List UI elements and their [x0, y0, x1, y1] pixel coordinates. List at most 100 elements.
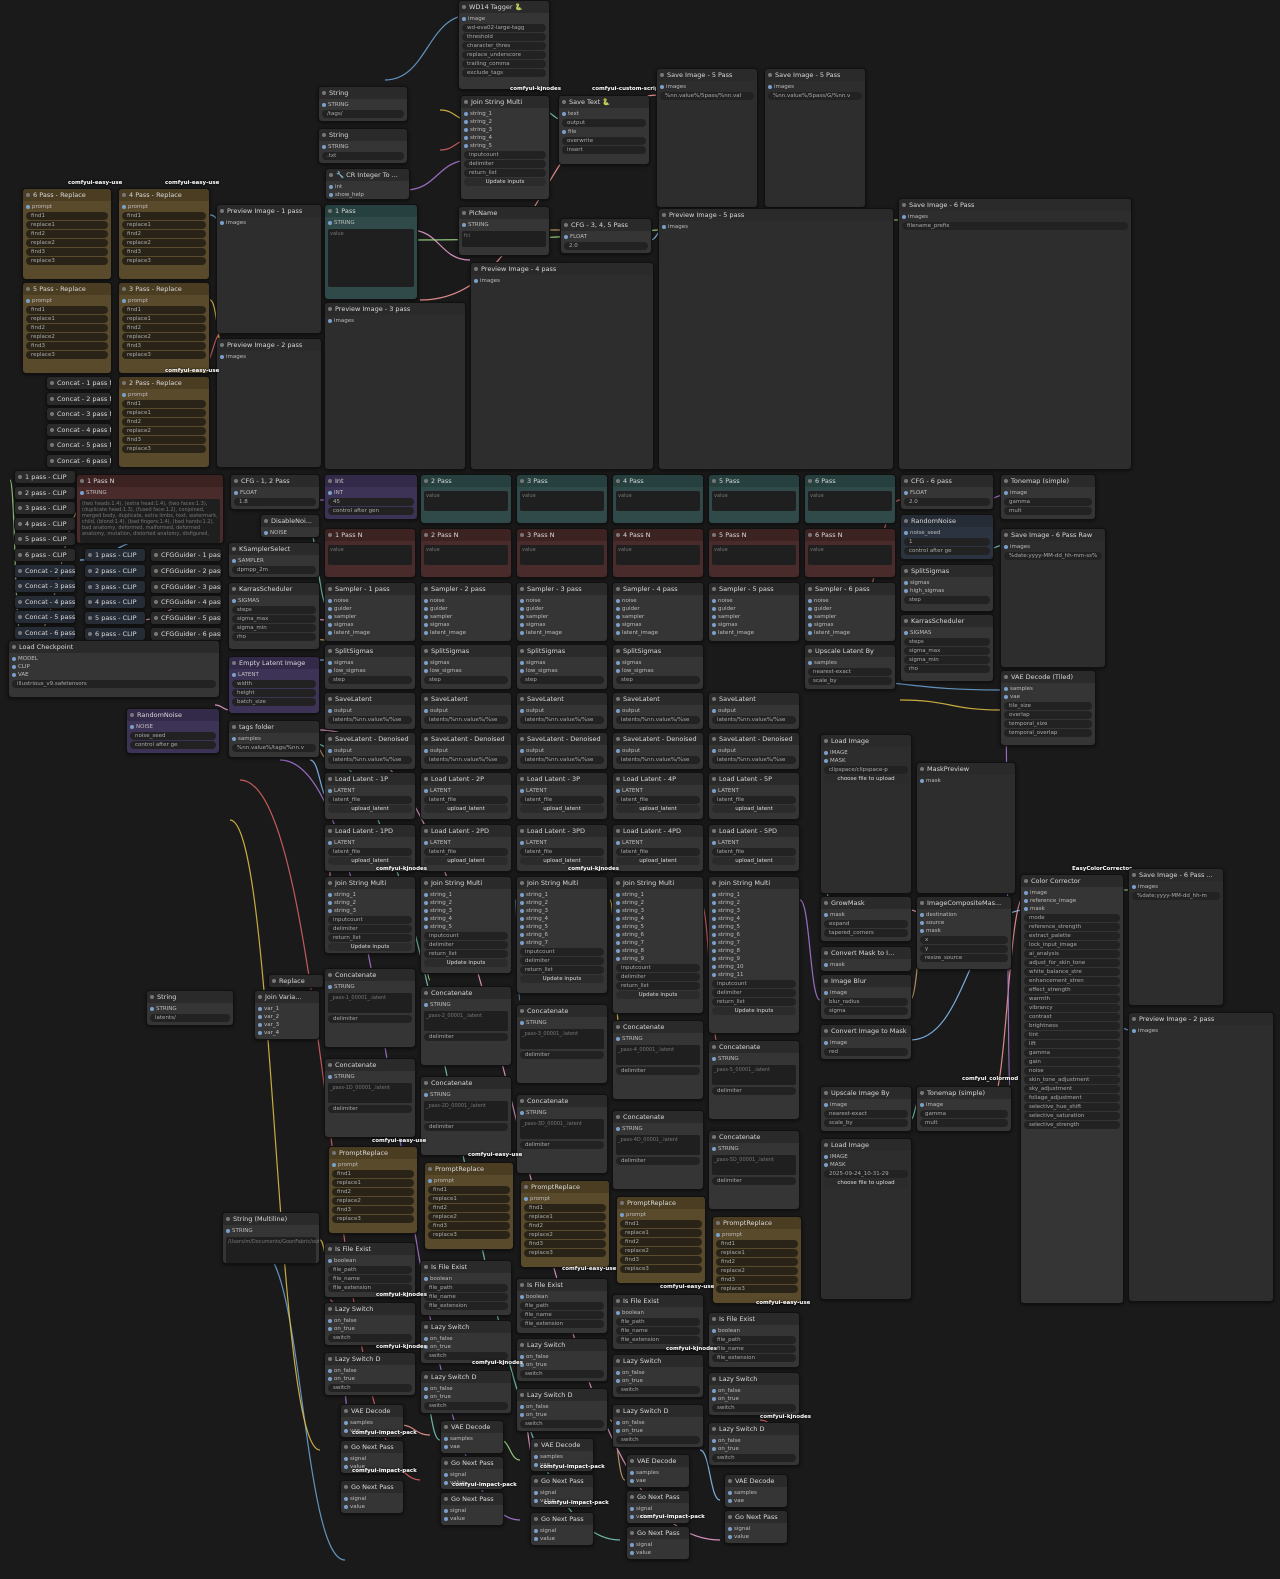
widget-field[interactable]: selective_hue_shift	[1024, 1103, 1120, 1111]
save-latent-node[interactable]: SaveLatent - Denoised output latents/%nn.v…	[324, 732, 416, 770]
widget-field[interactable]: reference_strength	[1024, 923, 1120, 931]
is-file-exist-node[interactable]: Is File Exist boolean file_path file_name fi…	[708, 1312, 800, 1368]
pass-n-node[interactable]: 1 Pass N value	[324, 528, 416, 578]
karras-scheduler-node[interactable]: KarrasScheduler SIGMAS steps sigma_max sigma…	[228, 582, 320, 650]
input-slot[interactable]: LATENT	[328, 787, 412, 795]
input-slot[interactable]: latent_image	[808, 629, 892, 637]
widget-field[interactable]: return_list	[616, 982, 700, 990]
widget-field[interactable]: 2.0	[904, 498, 990, 506]
widget-field[interactable]: warmth	[1024, 995, 1120, 1003]
input-slot[interactable]: boolean	[520, 1293, 604, 1301]
input-slot[interactable]: FLOAT	[234, 489, 316, 497]
text-area[interactable]: _pass-5D_00001_.latent	[712, 1155, 796, 1175]
string-node[interactable]: String STRING latents/	[146, 990, 234, 1026]
input-slot[interactable]: STRING	[322, 143, 404, 151]
widget-field[interactable]: temporal_size	[1004, 720, 1092, 728]
widget-field[interactable]: delimiter	[328, 1105, 412, 1113]
update-button[interactable]: upload_latent	[328, 805, 412, 813]
pass-text-node[interactable]: 3 Pass value	[516, 474, 608, 524]
widget-field[interactable]: find2	[332, 1188, 414, 1196]
widget-field[interactable]: delimiter	[520, 957, 604, 965]
widget-field[interactable]: blur_radius	[824, 998, 908, 1006]
widget-field[interactable]: file_name	[712, 1345, 796, 1353]
node-title[interactable]: Lazy Switch D	[421, 1371, 511, 1383]
widget-field[interactable]: resize_source	[920, 954, 1008, 962]
node-title[interactable]: Color Corrector	[1021, 875, 1123, 887]
sampler-node[interactable]: Sampler - 4 pass noise guider sampler sigmas…	[612, 582, 704, 642]
input-slot[interactable]: on_true	[712, 1445, 796, 1453]
input-slot[interactable]: signal	[630, 1541, 686, 1549]
load-latent-node[interactable]: Load Latent - 3P LATENT latent_file upload_…	[516, 772, 608, 820]
widget-field[interactable]: tapered_corners	[824, 929, 908, 937]
widget-field[interactable]: find1	[122, 306, 206, 314]
node-title[interactable]: CFGGuider - 3 pass	[151, 580, 221, 593]
node-title[interactable]: Concat - 4 pass	[15, 595, 75, 608]
widget-field[interactable]: find3	[716, 1276, 798, 1284]
widget-field[interactable]: latents/	[150, 1014, 230, 1022]
node-title[interactable]: Upscale Image By	[821, 1087, 911, 1099]
widget-field[interactable]: delimiter	[328, 1015, 412, 1023]
node-title[interactable]: Lazy Switch	[517, 1339, 607, 1351]
node-title[interactable]: PicName	[459, 207, 549, 219]
input-slot[interactable]: on_true	[616, 1427, 700, 1435]
ksampler-select-node[interactable]: KSamplerSelect SAMPLER dpmpp_2m	[228, 542, 320, 578]
input-slot[interactable]: STRING	[226, 1227, 316, 1235]
input-slot[interactable]: vae	[630, 1477, 686, 1485]
clip-node[interactable]: Concat - 6 pass	[14, 626, 76, 640]
node-title[interactable]: Concat - 2 pass N	[47, 392, 111, 405]
karras-scheduler-node[interactable]: KarrasScheduler SIGMAS steps sigma_max sigma…	[900, 614, 994, 682]
node-title[interactable]: 3 pass - CLIP	[15, 502, 75, 515]
disable-noise-node[interactable]: DisableNoi... NOISE	[260, 514, 320, 538]
input-slot[interactable]: sampler	[712, 613, 796, 621]
pass-text-node[interactable]: 2 Pass value	[420, 474, 512, 524]
clip-node[interactable]: 5 pass - CLIP	[14, 532, 76, 547]
widget-field[interactable]: replace3	[332, 1215, 414, 1223]
input-slot[interactable]: string_10	[712, 963, 796, 971]
widget-field[interactable]: find1	[26, 212, 108, 220]
update-button[interactable]: choose file to upload	[824, 775, 908, 783]
input-slot[interactable]: latent_image	[712, 629, 796, 637]
input-slot[interactable]: reference_image	[1024, 897, 1120, 905]
node-title[interactable]: Sampler - 5 pass	[709, 583, 799, 595]
cfg-guider-node[interactable]: CFGGuider - 4 pass	[150, 595, 222, 610]
widget-field[interactable]: find1	[122, 400, 206, 408]
lazy-switch-node[interactable]: Lazy Switch Don_false on_true switch	[420, 1370, 512, 1414]
node-title[interactable]: Convert Image to Mask	[821, 1025, 911, 1037]
input-slot[interactable]: string_3	[464, 126, 546, 134]
input-slot[interactable]: guider	[520, 605, 604, 613]
split-sigmas-node[interactable]: SplitSigmas sigmas low_sigmas step	[516, 644, 608, 690]
node-title[interactable]: Join String Multi	[421, 877, 511, 889]
input-slot[interactable]: images	[660, 83, 754, 91]
text-area[interactable]: value	[712, 491, 796, 511]
text-area[interactable]: _pass-4_00001_.latent	[616, 1045, 700, 1065]
node-title[interactable]: Concat - 5 pass N	[47, 439, 111, 451]
widget-field[interactable]: replace1	[122, 409, 206, 417]
widget-field[interactable]: illustrious_v9.safetensors	[12, 680, 216, 688]
node-title[interactable]: Join String Multi	[461, 96, 549, 108]
sampler-node[interactable]: Sampler - 6 pass noise guider sampler sigmas…	[804, 582, 896, 642]
input-slot[interactable]: string_5	[520, 923, 604, 931]
text-area[interactable]: value	[520, 491, 604, 511]
input-slot[interactable]: on_true	[520, 1411, 604, 1419]
widget-field[interactable]: replace3	[122, 351, 206, 359]
widget-field[interactable]: find2	[428, 1204, 510, 1212]
widget-field[interactable]: replace2	[428, 1213, 510, 1221]
text-area[interactable]: _pass-5_00001_.latent	[712, 1065, 796, 1085]
join-string-multi-node[interactable]: Join String Multi string_1 string_2 string_…	[516, 876, 608, 994]
update-button[interactable]: Update inputs	[464, 178, 546, 186]
widget-field[interactable]: replace3	[524, 1249, 606, 1257]
input-slot[interactable]: LATENT	[712, 839, 796, 847]
node-title[interactable]: Concat - 2 pass	[15, 564, 75, 577]
input-slot[interactable]: on_true	[424, 1343, 508, 1351]
is-file-exist-node[interactable]: Is File Exist boolean file_path file_name fi…	[516, 1278, 608, 1334]
input-slot[interactable]: STRING	[520, 1019, 604, 1027]
input-slot[interactable]: output	[424, 707, 508, 715]
clip-node[interactable]: 1 pass - CLIP	[84, 548, 146, 562]
node-title[interactable]: Sampler - 6 pass	[805, 583, 895, 595]
clip-node[interactable]: Concat - 2 pass	[14, 563, 76, 578]
node-title[interactable]: Concatenate	[709, 1131, 799, 1143]
node-title[interactable]: Lazy Switch	[709, 1373, 799, 1385]
update-button[interactable]: upload_latent	[616, 805, 700, 813]
input-slot[interactable]: var_3	[258, 1021, 316, 1029]
update-button[interactable]: Update inputs	[712, 1007, 796, 1015]
